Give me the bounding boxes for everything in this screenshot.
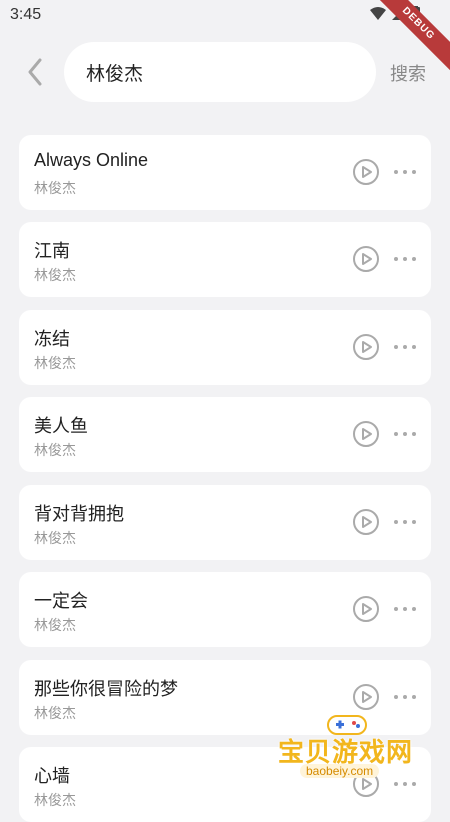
song-title: 那些你很冒险的梦 xyxy=(34,679,178,699)
status-bar: 3:45 DEBUG xyxy=(0,0,450,74)
song-item[interactable]: 一定会 林俊杰 xyxy=(19,572,431,647)
chevron-left-icon xyxy=(28,58,42,86)
search-input[interactable] xyxy=(84,60,358,84)
song-title: 心墙 xyxy=(34,766,70,786)
more-options-button[interactable] xyxy=(394,424,416,444)
song-artist: 林俊杰 xyxy=(34,792,76,808)
song-item[interactable]: Always Online 林俊杰 xyxy=(19,135,431,210)
search-box xyxy=(64,42,376,102)
more-options-button[interactable] xyxy=(394,249,416,269)
site-watermark: 宝贝游戏网 baobeiy.com xyxy=(272,712,422,787)
song-title: Always Online xyxy=(34,150,149,170)
song-artist: 林俊杰 xyxy=(34,442,76,458)
search-button[interactable]: 搜索 xyxy=(390,60,426,86)
song-item[interactable]: 江南 林俊杰 xyxy=(19,222,431,297)
search-header: 搜索 xyxy=(0,40,450,104)
more-options-button[interactable] xyxy=(394,512,416,532)
song-item[interactable]: 背对背拥抱 林俊杰 xyxy=(19,485,431,560)
play-circle-icon[interactable] xyxy=(352,595,380,623)
song-artist: 林俊杰 xyxy=(34,267,76,283)
back-button[interactable] xyxy=(20,54,50,90)
song-title: 江南 xyxy=(34,241,70,261)
more-options-button[interactable] xyxy=(394,599,416,619)
song-artist: 林俊杰 xyxy=(34,530,76,546)
song-item[interactable]: 冻结 林俊杰 xyxy=(19,310,431,385)
play-circle-icon[interactable] xyxy=(352,333,380,361)
song-artist: 林俊杰 xyxy=(34,355,76,371)
play-circle-icon[interactable] xyxy=(352,245,380,273)
song-item[interactable]: 美人鱼 林俊杰 xyxy=(19,397,431,472)
play-circle-icon[interactable] xyxy=(352,683,380,711)
play-circle-icon[interactable] xyxy=(352,420,380,448)
song-title: 美人鱼 xyxy=(34,416,88,436)
wifi-icon xyxy=(370,6,386,20)
more-options-button[interactable] xyxy=(394,162,416,182)
more-options-button[interactable] xyxy=(394,337,416,357)
song-title: 冻结 xyxy=(34,329,70,349)
play-circle-icon[interactable] xyxy=(352,158,380,186)
status-time: 3:45 xyxy=(10,6,42,23)
song-artist: 林俊杰 xyxy=(34,705,76,721)
song-artist: 林俊杰 xyxy=(34,180,76,196)
song-title: 一定会 xyxy=(34,591,88,611)
song-title: 背对背拥抱 xyxy=(34,504,124,524)
play-circle-icon[interactable] xyxy=(352,508,380,536)
more-options-button[interactable] xyxy=(394,687,416,707)
watermark-url: baobeiy.com xyxy=(300,764,380,778)
song-artist: 林俊杰 xyxy=(34,617,76,633)
